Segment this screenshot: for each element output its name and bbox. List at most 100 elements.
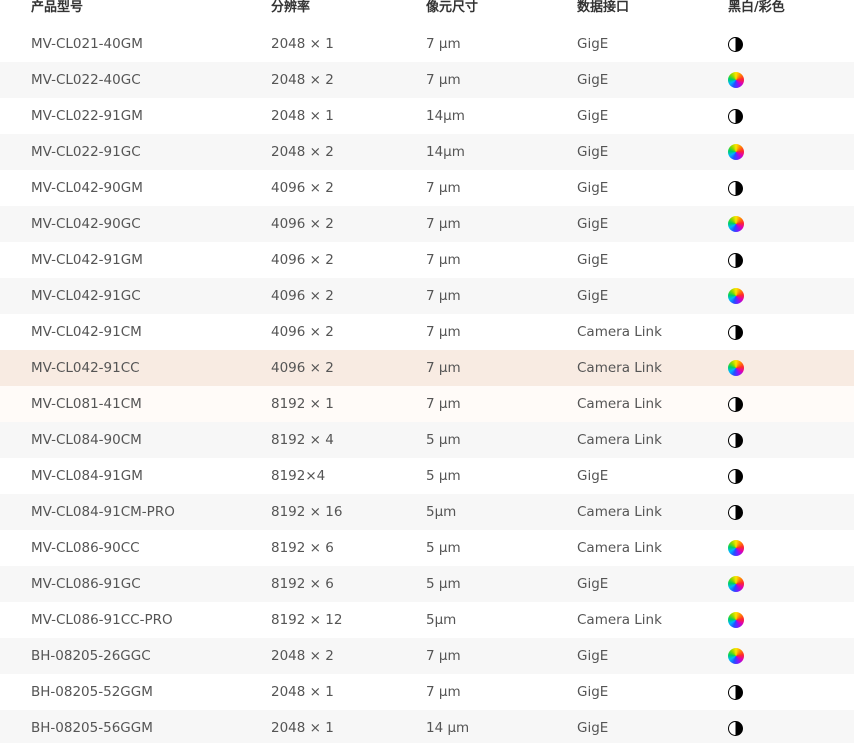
cell-interface: GigE [577,36,609,52]
cell-interface: Camera Link [577,324,662,340]
table-row[interactable]: MV-CL042-90GM 4096 × 2 7 μm GigE [0,170,854,206]
cell-mono-color [728,540,854,556]
cell-interface: Camera Link [577,360,662,376]
cell-resolution: 4096 × 2 [271,360,334,376]
cell-model: BH-08205-26GGC [31,648,151,664]
cell-model: MV-CL022-91GC [31,144,141,160]
cell-resolution: 2048 × 1 [271,684,334,700]
cell-pixel-size: 7 μm [426,288,461,304]
table-row[interactable]: MV-CL084-90CM 8192 × 4 5 μm Camera Link [0,422,854,458]
cell-pixel-size: 14 μm [426,720,470,736]
cell-pixel-size: 5 μm [426,432,461,448]
table-row[interactable]: MV-CL081-41CM 8192 × 1 7 μm Camera Link [0,386,854,422]
table-row[interactable]: MV-CL086-90CC 8192 × 6 5 μm Camera Link [0,530,854,566]
table-row[interactable]: MV-CL086-91GC 8192 × 6 5 μm GigE [0,566,854,602]
cell-interface: GigE [577,648,609,664]
half-filled-circle-icon [728,432,743,448]
cell-model: MV-CL042-91GM [31,252,143,268]
color-wheel-icon [728,288,744,304]
cell-resolution: 8192 × 1 [271,396,334,412]
half-filled-circle-icon [728,108,743,124]
table-row[interactable]: MV-CL022-91GM 2048 × 1 14μm GigE [0,98,854,134]
cell-model: MV-CL021-40GM [31,36,143,52]
cell-mono-color [728,684,854,700]
cell-interface: GigE [577,576,609,592]
cell-mono-color [728,648,854,664]
cell-resolution: 4096 × 2 [271,324,334,340]
table-row[interactable]: MV-CL042-91GM 4096 × 2 7 μm GigE [0,242,854,278]
cell-interface: Camera Link [577,504,662,520]
cell-mono-color [728,252,854,268]
half-filled-circle-icon [728,720,743,736]
color-wheel-icon [728,576,744,592]
cell-model: MV-CL084-91GM [31,468,143,484]
cell-mono-color [728,144,854,160]
cell-pixel-size: 7 μm [426,396,461,412]
cell-resolution: 8192 × 4 [271,432,334,448]
cell-interface: GigE [577,288,609,304]
table-row[interactable]: MV-CL086-91CC-PRO 8192 × 12 5μm Camera Link [0,602,854,638]
cell-interface: Camera Link [577,540,662,556]
table-row[interactable]: BH-08205-56GGM 2048 × 1 14 μm GigE [0,710,854,743]
cell-pixel-size: 7 μm [426,324,461,340]
cell-model: MV-CL084-90CM [31,432,142,448]
color-wheel-icon [728,72,744,88]
color-wheel-icon [728,360,744,376]
color-wheel-icon [728,540,744,556]
cell-model: BH-08205-56GGM [31,720,153,736]
cell-pixel-size: 5μm [426,612,457,628]
cell-pixel-size: 7 μm [426,216,461,232]
cell-interface: GigE [577,720,609,736]
cell-mono-color [728,504,854,520]
cell-pixel-size: 14μm [426,144,465,160]
cell-model: MV-CL042-91CM [31,324,142,340]
cell-mono-color [728,468,854,484]
cell-resolution: 2048 × 2 [271,144,334,160]
table-row[interactable]: MV-CL021-40GM 2048 × 1 7 μm GigE [0,26,854,62]
cell-interface: Camera Link [577,612,662,628]
cell-resolution: 2048 × 1 [271,720,334,736]
color-wheel-icon [728,612,744,628]
cell-interface: GigE [577,144,609,160]
cell-model: MV-CL086-91GC [31,576,141,592]
cell-model: MV-CL042-91CC [31,360,140,376]
cell-pixel-size: 5 μm [426,540,461,556]
cell-mono-color [728,396,854,412]
table-body: MV-CL021-40GM 2048 × 17 μm GigE MV-CL022-40… [0,26,854,743]
cell-resolution: 2048 × 1 [271,108,334,124]
cell-resolution: 8192 × 16 [271,504,343,520]
cell-mono-color [728,36,854,52]
cell-pixel-size: 7 μm [426,36,461,52]
color-wheel-icon [728,144,744,160]
half-filled-circle-icon [728,684,743,700]
table-row[interactable]: MV-CL042-91CM 4096 × 2 7 μm Camera Link [0,314,854,350]
half-filled-circle-icon [728,504,743,520]
table-row[interactable]: MV-CL042-91CC 4096 × 2 7 μm Camera Link [0,350,854,386]
table-row[interactable]: MV-CL042-90GC 4096 × 2 7 μm GigE [0,206,854,242]
table-row[interactable]: MV-CL022-91GC 2048 × 2 14μm GigE [0,134,854,170]
table-row[interactable]: BH-08205-26GGC 2048 × 2 7 μm GigE [0,638,854,674]
color-wheel-icon [728,648,744,664]
cell-mono-color [728,180,854,196]
cell-interface: GigE [577,468,609,484]
half-filled-circle-icon [728,324,743,340]
cell-interface: Camera Link [577,432,662,448]
table-row[interactable]: MV-CL042-91GC 4096 × 2 7 μm GigE [0,278,854,314]
cell-pixel-size: 7 μm [426,72,461,88]
cell-resolution: 4096 × 2 [271,216,334,232]
table-row[interactable]: MV-CL084-91CM-PRO 8192 × 16 5μm Camera Link [0,494,854,530]
cell-resolution: 8192 × 6 [271,540,334,556]
header-mono-color: 黑白/彩色 [728,0,785,15]
table-row[interactable]: BH-08205-52GGM 2048 × 1 7 μm GigE [0,674,854,710]
cell-mono-color [728,216,854,232]
half-filled-circle-icon [728,36,743,52]
cell-interface: GigE [577,684,609,700]
table-row[interactable]: MV-CL084-91GM 8192×4 5 μm GigE [0,458,854,494]
table-row[interactable]: MV-CL022-40GC 2048 × 2 7 μm GigE [0,62,854,98]
cell-mono-color [728,324,854,340]
cell-interface: GigE [577,72,609,88]
cell-mono-color [728,432,854,448]
cell-pixel-size: 7 μm [426,360,461,376]
cell-model: MV-CL086-91CC-PRO [31,612,173,628]
cell-mono-color [728,288,854,304]
